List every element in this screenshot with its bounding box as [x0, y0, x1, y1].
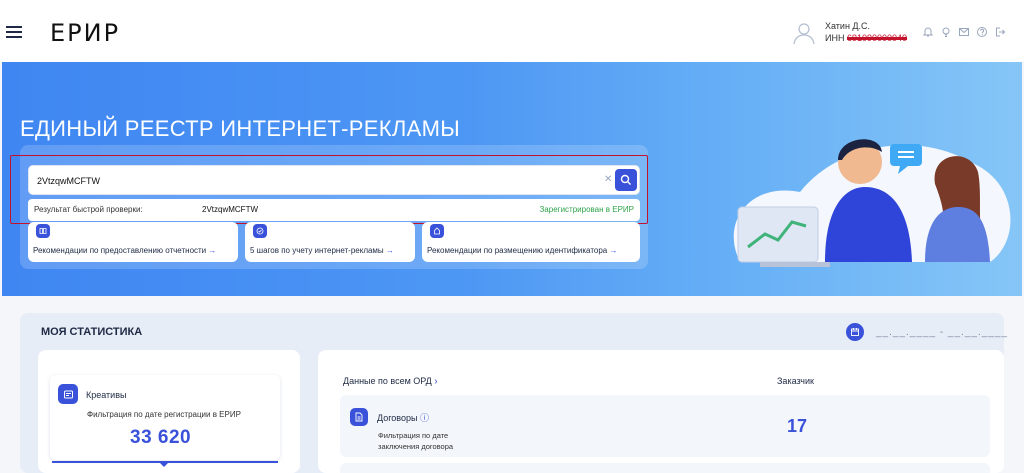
- calendar-icon[interactable]: [846, 323, 864, 341]
- highlight-outline: [10, 155, 648, 224]
- mail-icon[interactable]: [958, 26, 970, 38]
- creatives-icon: [58, 384, 78, 404]
- book-icon: [36, 224, 50, 238]
- column-header-customer: Заказчик: [777, 376, 814, 386]
- recommendation-card-reporting[interactable]: Рекомендации по предоставлению отчетност…: [28, 222, 238, 262]
- creatives-count: 33 620: [130, 427, 192, 448]
- inn-label: ИНН: [825, 33, 845, 43]
- hero-illustration: [733, 139, 1011, 267]
- contracts-label: Договоры ⓘ: [377, 413, 429, 423]
- date-range-input[interactable]: __.__.____ - __.__.____: [876, 327, 1008, 338]
- recommendation-label: 5 шагов по учету интернет-рекламы →: [250, 246, 394, 255]
- page-title: ЕДИНЫЙ РЕЕСТР ИНТЕРНЕТ-РЕКЛАМЫ: [20, 116, 460, 141]
- info-icon[interactable]: ⓘ: [420, 413, 429, 423]
- tag-icon: [430, 224, 444, 238]
- user-name[interactable]: Хатин Д.С.: [825, 21, 870, 31]
- next-row: [340, 463, 990, 473]
- ord-data-link[interactable]: Данные по всем ОРД ›: [343, 376, 438, 387]
- help-icon[interactable]: [976, 26, 988, 38]
- inn-value: 691090000040: [846, 33, 908, 43]
- section-title: МОЯ СТАТИСТИКА: [41, 326, 143, 338]
- menu-icon[interactable]: [6, 26, 22, 38]
- bell-icon[interactable]: [922, 26, 934, 38]
- recommendation-card-identifier[interactable]: Рекомендации по размещению идентификатор…: [422, 222, 640, 262]
- app-logo[interactable]: ЕРИР: [50, 19, 120, 47]
- selected-pointer: [159, 462, 169, 467]
- logout-icon[interactable]: [994, 26, 1006, 38]
- arrow-right-icon: →: [609, 246, 618, 255]
- recommendation-card-steps[interactable]: 5 шагов по учету интернет-рекламы →: [245, 222, 415, 262]
- header-icon-group: [922, 26, 1006, 38]
- chevron-right-icon: ›: [434, 376, 438, 387]
- contracts-filter-note: Фильтрация по дате заключения договора: [378, 431, 454, 451]
- lightbulb-icon[interactable]: [940, 26, 952, 38]
- arrow-right-icon: →: [208, 246, 217, 255]
- arrow-right-icon: →: [385, 246, 394, 255]
- contracts-count: 17: [787, 416, 808, 436]
- contracts-icon: [350, 408, 368, 426]
- recommendation-label: Рекомендации по размещению идентификатор…: [427, 246, 618, 255]
- check-circle-icon: [253, 224, 267, 238]
- creatives-filter-note: Фильтрация по дате регистрации в ЕРИР: [87, 410, 241, 419]
- user-inn: ИНН 691090000040: [825, 33, 907, 43]
- user-avatar-icon[interactable]: [791, 20, 817, 46]
- recommendation-label: Рекомендации по предоставлению отчетност…: [33, 246, 217, 255]
- creatives-label: Креативы: [86, 390, 127, 400]
- top-header: ЕРИР Хатин Д.С. ИНН 691090000040: [0, 0, 1024, 62]
